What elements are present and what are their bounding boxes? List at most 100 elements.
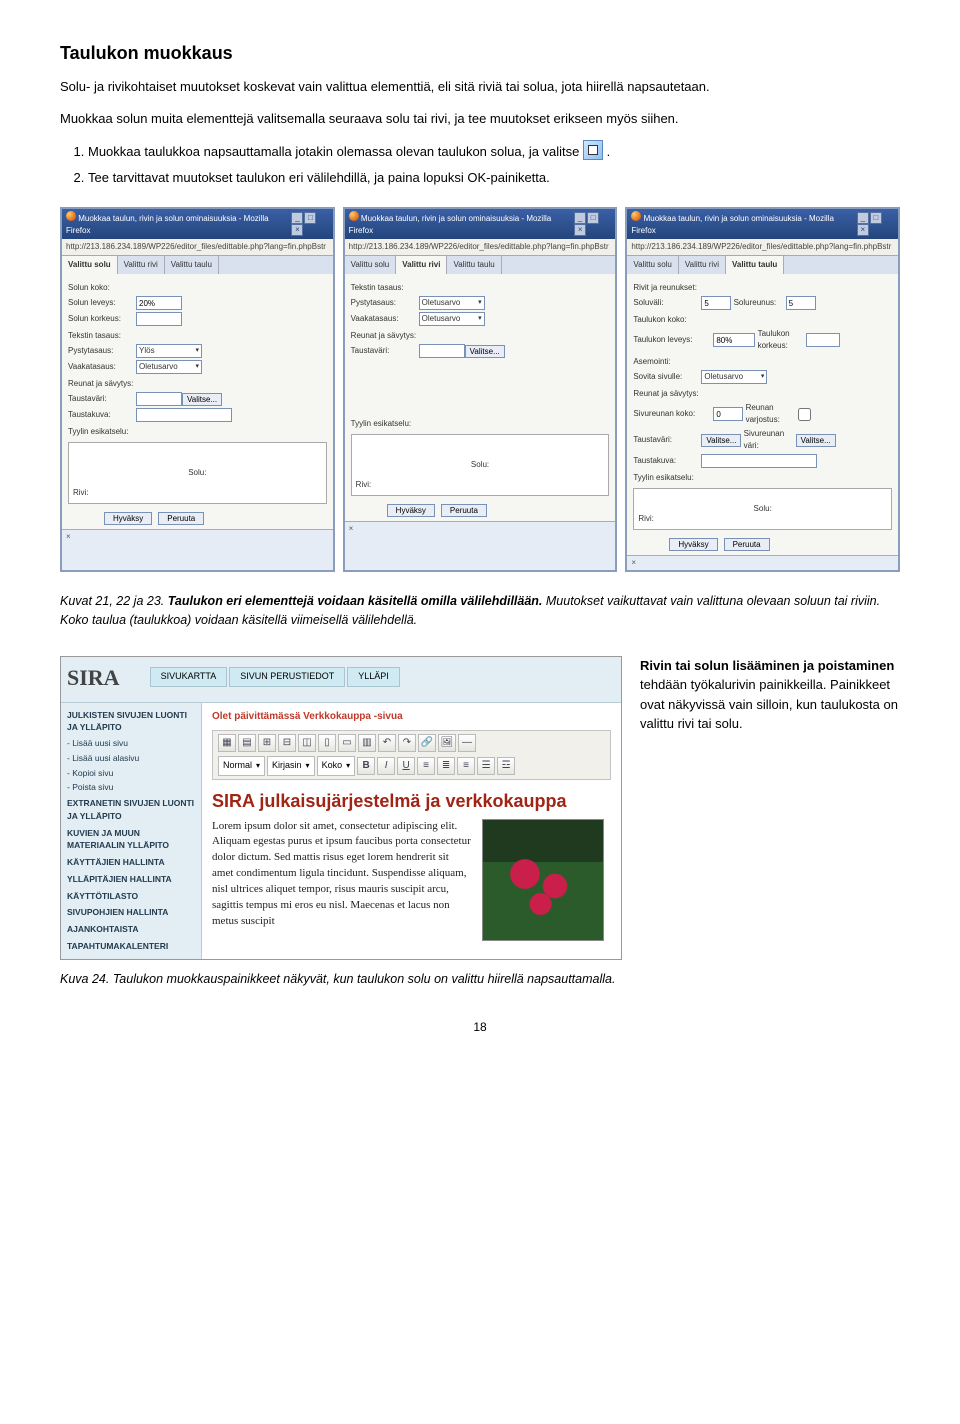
aside-rest: tehdään työkalurivin painikkeilla. Paini… <box>640 677 898 731</box>
chk-reunan[interactable] <box>798 408 811 421</box>
close-btn[interactable]: × <box>857 224 869 236</box>
merge-icon[interactable]: ▭ <box>338 734 356 752</box>
sb-sivup[interactable]: SIVUPOHJIEN HALLINTA <box>61 904 201 921</box>
input-taul-lev[interactable] <box>713 333 755 347</box>
sel-sovita[interactable]: Oletusarvo <box>701 370 767 384</box>
input-solun-leveys[interactable] <box>136 296 182 310</box>
tab-rivi[interactable]: Valittu rivi <box>679 256 726 274</box>
tab-rivi[interactable]: Valittu rivi <box>396 256 447 274</box>
window-buttons: _□× <box>573 212 611 236</box>
max-btn[interactable]: □ <box>870 212 882 224</box>
top-tab-sivukartta[interactable]: SIVUKARTTA <box>150 667 228 687</box>
input-sivureunan[interactable] <box>713 407 743 421</box>
label-rivit: Rivit ja reunukset: <box>633 282 892 294</box>
input-taustakuva[interactable] <box>136 408 232 422</box>
redo-icon[interactable]: ↷ <box>398 734 416 752</box>
dd-koko[interactable]: Koko <box>317 756 356 776</box>
sb-poista[interactable]: - Poista sivu <box>61 780 201 795</box>
max-btn[interactable]: □ <box>587 212 599 224</box>
url-bar: http://213.186.234.189/WP226/editor_file… <box>62 239 333 256</box>
col-del-icon[interactable]: ▯ <box>318 734 336 752</box>
tab-solu[interactable]: Valittu solu <box>627 256 679 274</box>
tab-rivi[interactable]: Valittu rivi <box>118 256 165 274</box>
table-edit-icon[interactable]: ▤ <box>238 734 256 752</box>
top-tab-perus[interactable]: SIVUN PERUSTIEDOT <box>229 667 345 687</box>
btn-valitse-vari[interactable]: Valitse... <box>182 393 222 406</box>
sb-lisaa-ala[interactable]: - Lisää uusi alasivu <box>61 751 201 766</box>
sb-yllap[interactable]: YLLÄPITÄJIEN HALLINTA <box>61 871 201 888</box>
btn-valitse-vari[interactable]: Valitse... <box>465 345 505 358</box>
btn-peruuta[interactable]: Peruuta <box>158 512 204 525</box>
sb-kuvien[interactable]: KUVIEN JA MUUN MATERIAALIN YLLÄPITO <box>61 825 201 855</box>
label-taustakuva: Taustakuva: <box>633 455 701 467</box>
btn-hyvaksy[interactable]: Hyväksy <box>669 538 717 551</box>
tab-taulu[interactable]: Valittu taulu <box>447 256 501 274</box>
btn-hyvaksy[interactable]: Hyväksy <box>387 504 435 517</box>
sb-kopioi[interactable]: - Kopioi sivu <box>61 766 201 781</box>
label-tyylin: Tyylin esikatselu: <box>633 472 892 484</box>
input-solun-korkeus[interactable] <box>136 312 182 326</box>
sb-kayt[interactable]: KÄYTTÄJIEN HALLINTA <box>61 854 201 871</box>
min-btn[interactable]: _ <box>857 212 869 224</box>
sb-kayttil[interactable]: KÄYTTÖTILASTO <box>61 888 201 905</box>
ul-icon[interactable]: ☲ <box>497 757 515 775</box>
close-btn[interactable]: × <box>574 224 586 236</box>
image-icon[interactable]: 🖼 <box>438 734 456 752</box>
sb-lisaa-sivu[interactable]: - Lisää uusi sivu <box>61 736 201 751</box>
sel-vaaka[interactable]: Oletusarvo <box>136 360 202 374</box>
sel-pysty[interactable]: Oletusarvo <box>419 296 485 310</box>
input-taul-kork[interactable] <box>806 333 840 347</box>
min-btn[interactable]: _ <box>291 212 303 224</box>
input-taustakuva[interactable] <box>701 454 817 468</box>
max-btn[interactable]: □ <box>304 212 316 224</box>
col-add-icon[interactable]: ◫ <box>298 734 316 752</box>
underline-icon[interactable]: U <box>397 757 415 775</box>
input-taustavari[interactable] <box>136 392 182 406</box>
top-tab-yllapi[interactable]: YLLÄPI <box>347 667 400 687</box>
close-btn[interactable]: × <box>291 224 303 236</box>
hr-icon[interactable]: — <box>458 734 476 752</box>
steps-list: Muokkaa taulukkoa napsauttamalla jotakin… <box>60 140 900 187</box>
dd-normal[interactable]: Normal <box>218 756 265 776</box>
tab-taulu[interactable]: Valittu taulu <box>726 256 784 274</box>
row-add-icon[interactable]: ⊞ <box>258 734 276 752</box>
dialogs-row: Muokkaa taulun, rivin ja solun ominaisuu… <box>60 207 900 572</box>
undo-icon[interactable]: ↶ <box>378 734 396 752</box>
sb-extranet[interactable]: EXTRANETIN SIVUJEN LUONTI JA YLLÄPITO <box>61 795 201 825</box>
btn-peruuta[interactable]: Peruuta <box>724 538 770 551</box>
caption-2: Kuva 24. Taulukon muokkauspainikkeet näk… <box>60 970 620 989</box>
ol-icon[interactable]: ☰ <box>477 757 495 775</box>
italic-icon[interactable]: I <box>377 757 395 775</box>
input-soluvali[interactable] <box>701 296 731 310</box>
align-center-icon[interactable]: ≣ <box>437 757 455 775</box>
table-icon[interactable]: ▦ <box>218 734 236 752</box>
window-buttons: _□× <box>290 212 328 236</box>
input-taustavari[interactable] <box>419 344 465 358</box>
min-btn[interactable]: _ <box>574 212 586 224</box>
sb-tap[interactable]: TAPAHTUMAKALENTERI <box>61 938 201 955</box>
sel-vaaka[interactable]: Oletusarvo <box>419 312 485 326</box>
row-del-icon[interactable]: ⊟ <box>278 734 296 752</box>
label-tyylin: Tyylin esikatselu: <box>351 418 610 430</box>
input-solureunus[interactable] <box>786 296 816 310</box>
article-text[interactable]: Lorem ipsum dolor sit amet, consectetur … <box>212 819 472 941</box>
sb-julk[interactable]: JULKISTEN SIVUJEN LUONTI JA YLLÄPITO <box>61 707 201 737</box>
btn-valitse-sivuvari[interactable]: Valitse... <box>796 434 836 447</box>
tab-solu[interactable]: Valittu solu <box>345 256 397 274</box>
link-icon[interactable]: 🔗 <box>418 734 436 752</box>
btn-peruuta[interactable]: Peruuta <box>441 504 487 517</box>
url-bar: http://213.186.234.189/WP226/editor_file… <box>345 239 616 256</box>
sb-ajan[interactable]: AJANKOHTAISTA <box>61 921 201 938</box>
bold-icon[interactable]: B <box>357 757 375 775</box>
align-right-icon[interactable]: ≡ <box>457 757 475 775</box>
dd-kirjasin[interactable]: Kirjasin <box>267 756 315 776</box>
label-taustavari: Taustaväri: <box>633 434 701 446</box>
split-icon[interactable]: ▥ <box>358 734 376 752</box>
sel-pysty[interactable]: Ylös <box>136 344 202 358</box>
tab-solu[interactable]: Valittu solu <box>62 256 118 274</box>
btn-valitse-taustavari[interactable]: Valitse... <box>701 434 741 447</box>
tab-taulu[interactable]: Valittu taulu <box>165 256 219 274</box>
btn-hyvaksy[interactable]: Hyväksy <box>104 512 152 525</box>
aside-bold: Rivin tai solun lisääminen ja poistamine… <box>640 658 894 673</box>
align-left-icon[interactable]: ≡ <box>417 757 435 775</box>
